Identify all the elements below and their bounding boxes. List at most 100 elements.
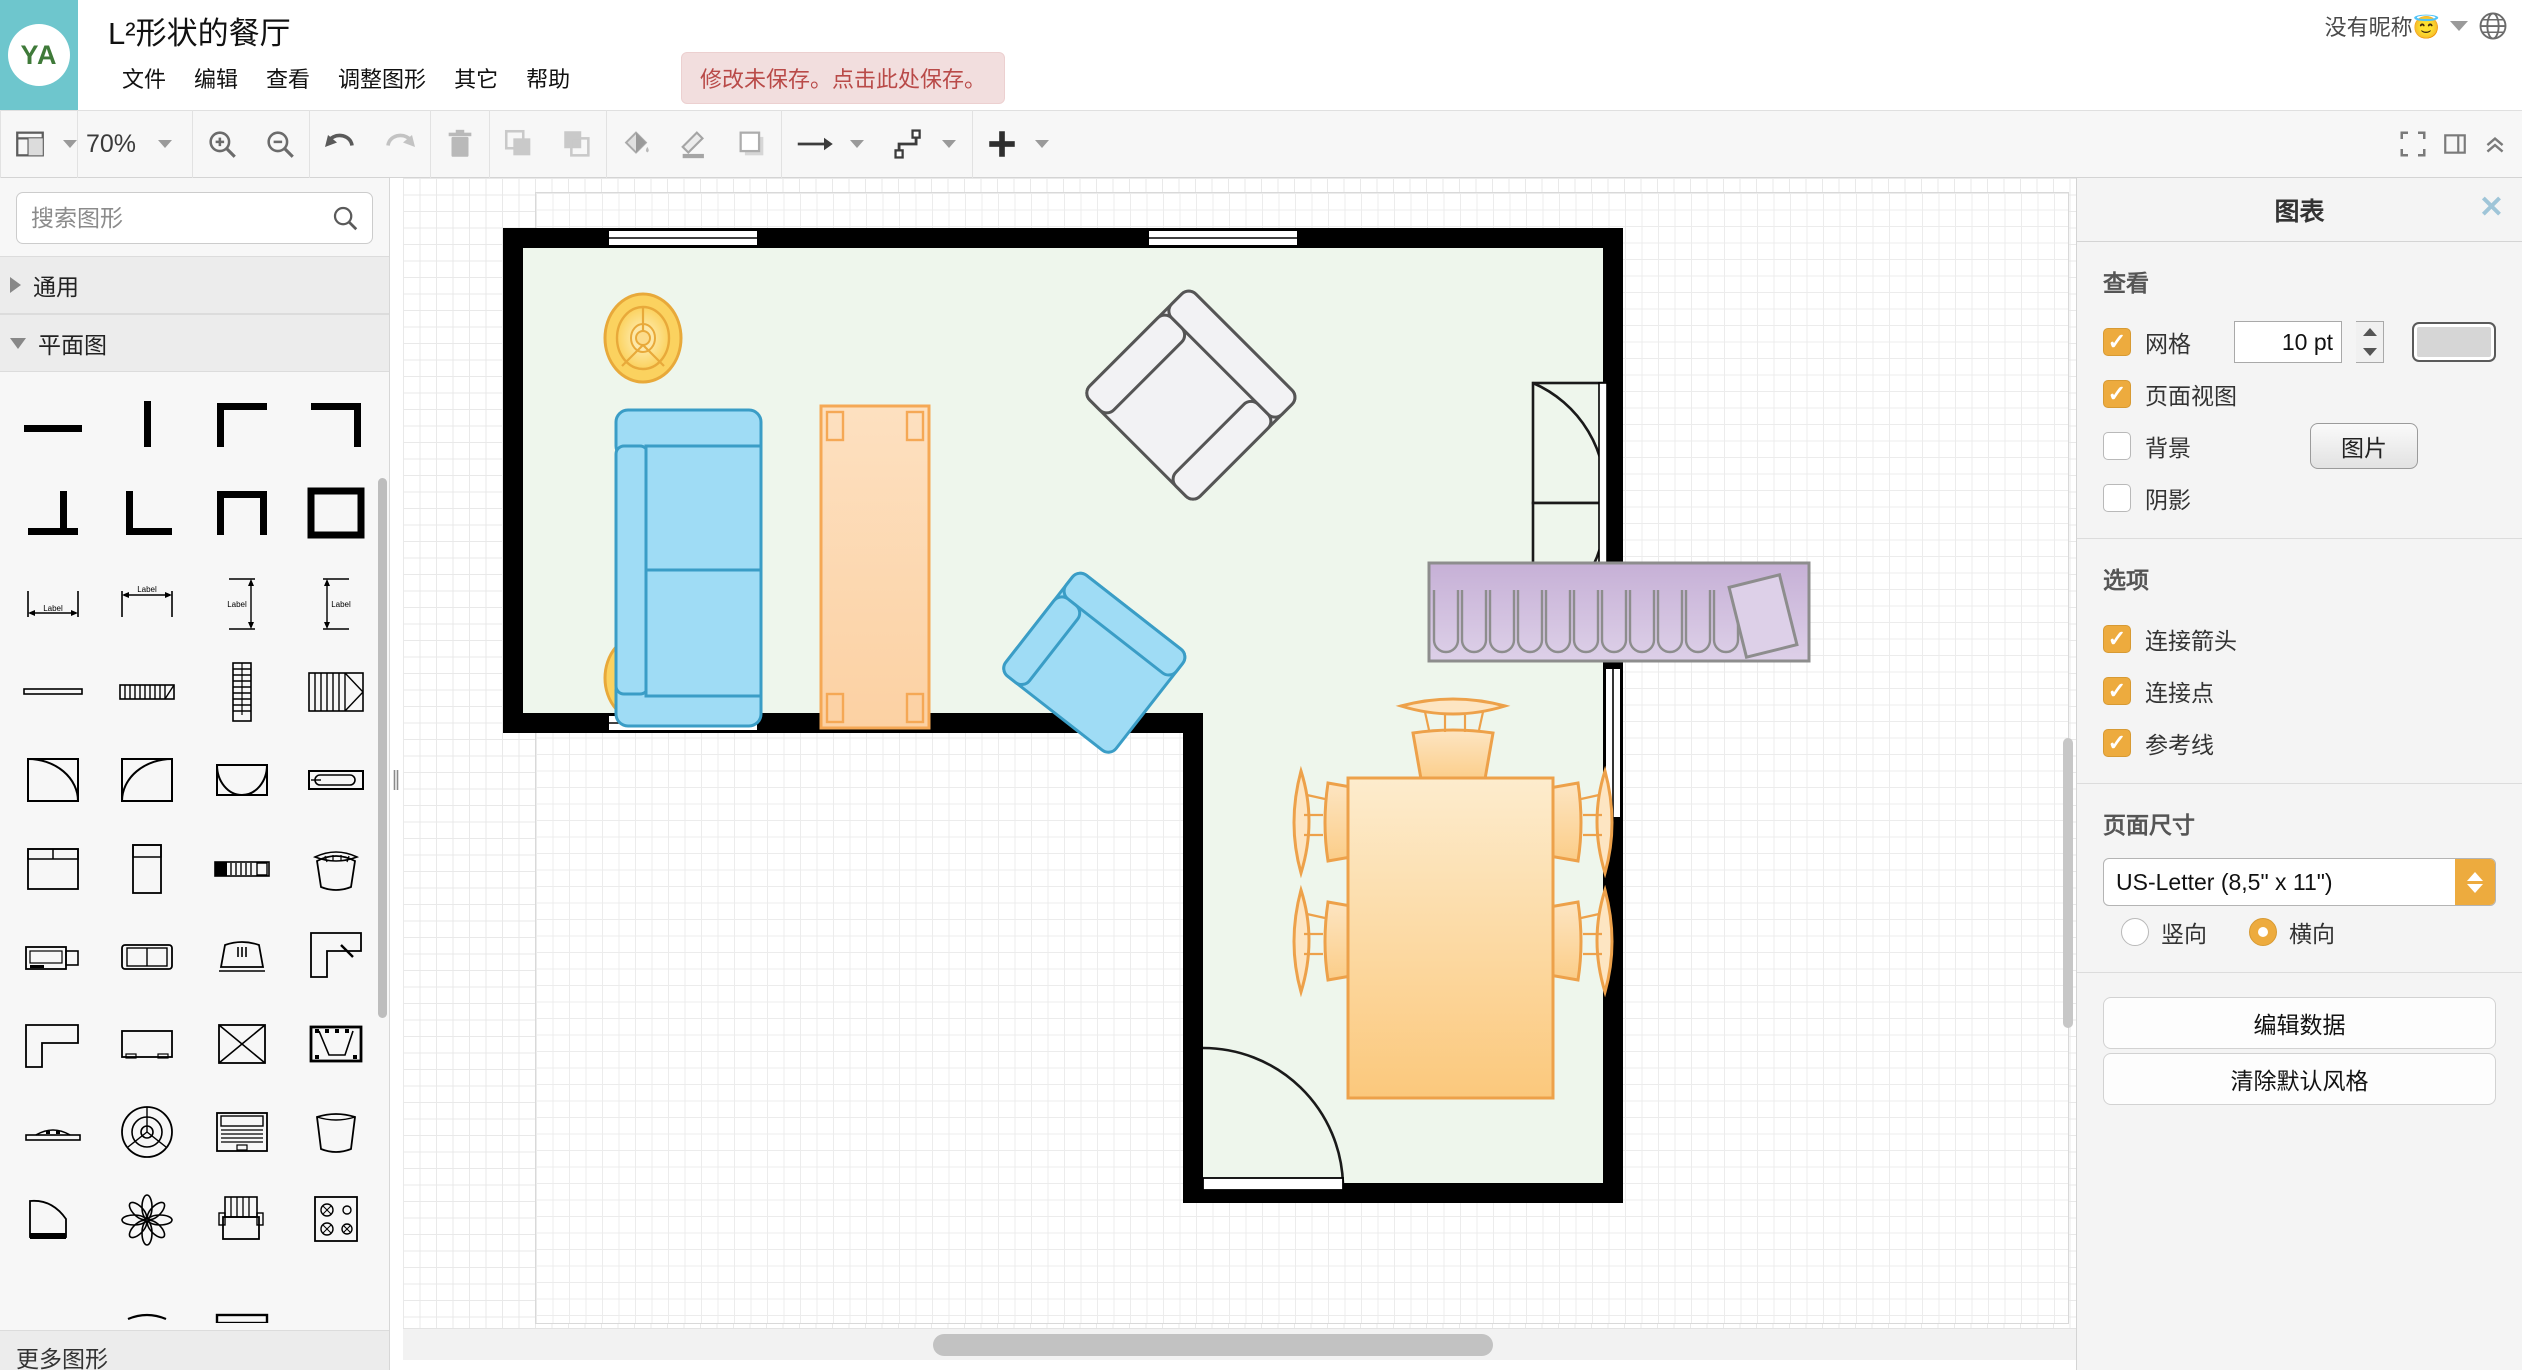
shape-sofa-long[interactable] [195, 824, 289, 912]
shape-stairs-vertical[interactable] [195, 648, 289, 736]
chevron-down-icon[interactable] [2450, 21, 2468, 31]
waypoint-icon[interactable] [880, 110, 938, 178]
background-image-button[interactable]: 图片 [2310, 423, 2418, 469]
shape-stairs-corner[interactable] [289, 648, 383, 736]
shape-door-right[interactable] [100, 736, 194, 824]
page-title[interactable]: L²形状的餐厅 [108, 8, 291, 53]
sidebar-section-floorplan[interactable]: 平面图 [0, 314, 389, 372]
edit-data-button[interactable]: 编辑数据 [2103, 997, 2496, 1049]
orientation-portrait-radio[interactable] [2121, 918, 2149, 946]
connection-points-checkbox[interactable] [2103, 677, 2131, 705]
shape-wall-room[interactable] [289, 472, 383, 560]
horizontal-scrollbar-thumb[interactable] [933, 1334, 1493, 1356]
sidebar-footer-more-shapes[interactable]: 更多图形 [0, 1330, 389, 1370]
shape-dimension-top[interactable]: Label [100, 560, 194, 648]
background-checkbox[interactable] [2103, 432, 2131, 460]
zoom-out-icon[interactable] [251, 110, 309, 178]
collapse-icon[interactable] [2482, 131, 2508, 157]
shape-plant[interactable] [100, 1176, 194, 1264]
shape-piano-upright[interactable] [195, 1088, 289, 1176]
stepper-down-icon[interactable] [2362, 348, 2377, 356]
shape-bed-single[interactable] [100, 824, 194, 912]
shape-bench[interactable] [6, 1088, 100, 1176]
redo-icon[interactable] [370, 110, 430, 178]
connection-arrows-checkbox[interactable] [2103, 625, 2131, 653]
floorplan-drawing[interactable] [403, 178, 2076, 1328]
shadow-icon[interactable] [723, 110, 781, 178]
zoom-level-label[interactable]: 70% [78, 130, 144, 159]
shape-workstation[interactable] [6, 912, 100, 1000]
shape-wall-corner-bl[interactable] [6, 472, 100, 560]
search-icon[interactable] [330, 203, 360, 233]
fullscreen-icon[interactable] [2398, 129, 2428, 159]
grid-size-stepper[interactable] [2356, 321, 2384, 363]
grid-checkbox[interactable] [2103, 328, 2131, 356]
bring-to-front-icon[interactable] [490, 110, 548, 178]
grid-color-swatch[interactable] [2412, 322, 2496, 362]
shape-armchair[interactable] [195, 912, 289, 1000]
shadow-checkbox[interactable] [2103, 484, 2131, 512]
grid-size-input[interactable] [2234, 321, 2342, 363]
connection-arrow-dropdown-icon[interactable] [850, 140, 865, 148]
page-size-select[interactable]: US-Letter (8,5" x 11") [2103, 858, 2496, 906]
menu-item-arrange[interactable]: 调整图形 [324, 58, 440, 98]
guides-checkbox[interactable] [2103, 729, 2131, 757]
shape-dimension-bottom[interactable]: Label [6, 560, 100, 648]
connection-arrow-icon[interactable] [782, 110, 846, 178]
shape-door-sliding[interactable] [289, 736, 383, 824]
view-layout-icon[interactable] [1, 110, 59, 178]
menu-item-help[interactable]: 帮助 [512, 58, 584, 98]
shape-wall-vertical[interactable] [100, 384, 194, 472]
shape-grand-piano[interactable] [6, 1176, 100, 1264]
shape-crossed-box[interactable] [195, 1000, 289, 1088]
search-input[interactable] [31, 204, 358, 232]
insert-icon[interactable] [973, 110, 1031, 178]
diagram-canvas[interactable] [403, 178, 2076, 1328]
shape-dresser[interactable] [195, 1176, 289, 1264]
menu-item-file[interactable]: 文件 [108, 58, 180, 98]
shape-dimension-right[interactable]: Label [289, 560, 383, 648]
shape-stove[interactable] [289, 1176, 383, 1264]
orientation-landscape-radio[interactable] [2249, 918, 2277, 946]
clear-default-style-button[interactable]: 清除默认风格 [2103, 1053, 2496, 1105]
page-view-checkbox[interactable] [2103, 380, 2131, 408]
close-icon[interactable]: ✕ [2479, 193, 2504, 223]
shape-wall-corner-tl[interactable] [195, 384, 289, 472]
shape-chair-round[interactable] [289, 824, 383, 912]
shape-stairs-horizontal[interactable] [100, 648, 194, 736]
shape-stage[interactable] [289, 1000, 383, 1088]
panel-toggle-icon[interactable] [2442, 131, 2468, 157]
shape-sofa-two-seat[interactable] [100, 912, 194, 1000]
fill-color-icon[interactable] [607, 110, 665, 178]
shape-l-counter[interactable] [6, 1000, 100, 1088]
canvas-horizontal-scrollbar[interactable] [403, 1328, 2076, 1360]
globe-icon[interactable] [2478, 11, 2508, 41]
shape-tv-stand[interactable] [100, 1000, 194, 1088]
menu-item-extras[interactable]: 其它 [440, 58, 512, 98]
shape-ceiling-fan[interactable] [100, 1088, 194, 1176]
shape-wall-thin[interactable] [6, 648, 100, 736]
unsaved-changes-notice[interactable]: 修改未保存。点击此处保存。 [681, 52, 1006, 104]
insert-dropdown-icon[interactable] [1035, 140, 1050, 148]
shape-wall-u-shape[interactable] [195, 472, 289, 560]
search-box[interactable] [16, 192, 373, 244]
line-color-icon[interactable] [665, 110, 723, 178]
canvas-vertical-scrollbar[interactable] [2063, 738, 2073, 1028]
select-stepper-icon[interactable] [2455, 859, 2495, 905]
send-to-back-icon[interactable] [548, 110, 606, 178]
shape-bed-double[interactable] [6, 824, 100, 912]
user-name-label[interactable]: 没有昵称😇 [2325, 10, 2440, 42]
sidebar-section-general[interactable]: 通用 [0, 256, 389, 314]
delete-icon[interactable] [431, 110, 489, 178]
shape-wall-corner-tr[interactable] [289, 384, 383, 472]
shape-door-left[interactable] [6, 736, 100, 824]
shape-wall-corner-br[interactable] [100, 472, 194, 560]
stepper-up-icon[interactable] [2362, 328, 2377, 336]
menu-item-view[interactable]: 查看 [252, 58, 324, 98]
menu-item-edit[interactable]: 编辑 [180, 58, 252, 98]
sidebar-resize-handle[interactable] [390, 760, 402, 800]
shape-wall-horizontal[interactable] [6, 384, 100, 472]
zoom-in-icon[interactable] [193, 110, 251, 178]
view-layout-dropdown-icon[interactable] [63, 140, 77, 148]
waypoint-dropdown-icon[interactable] [942, 140, 957, 148]
